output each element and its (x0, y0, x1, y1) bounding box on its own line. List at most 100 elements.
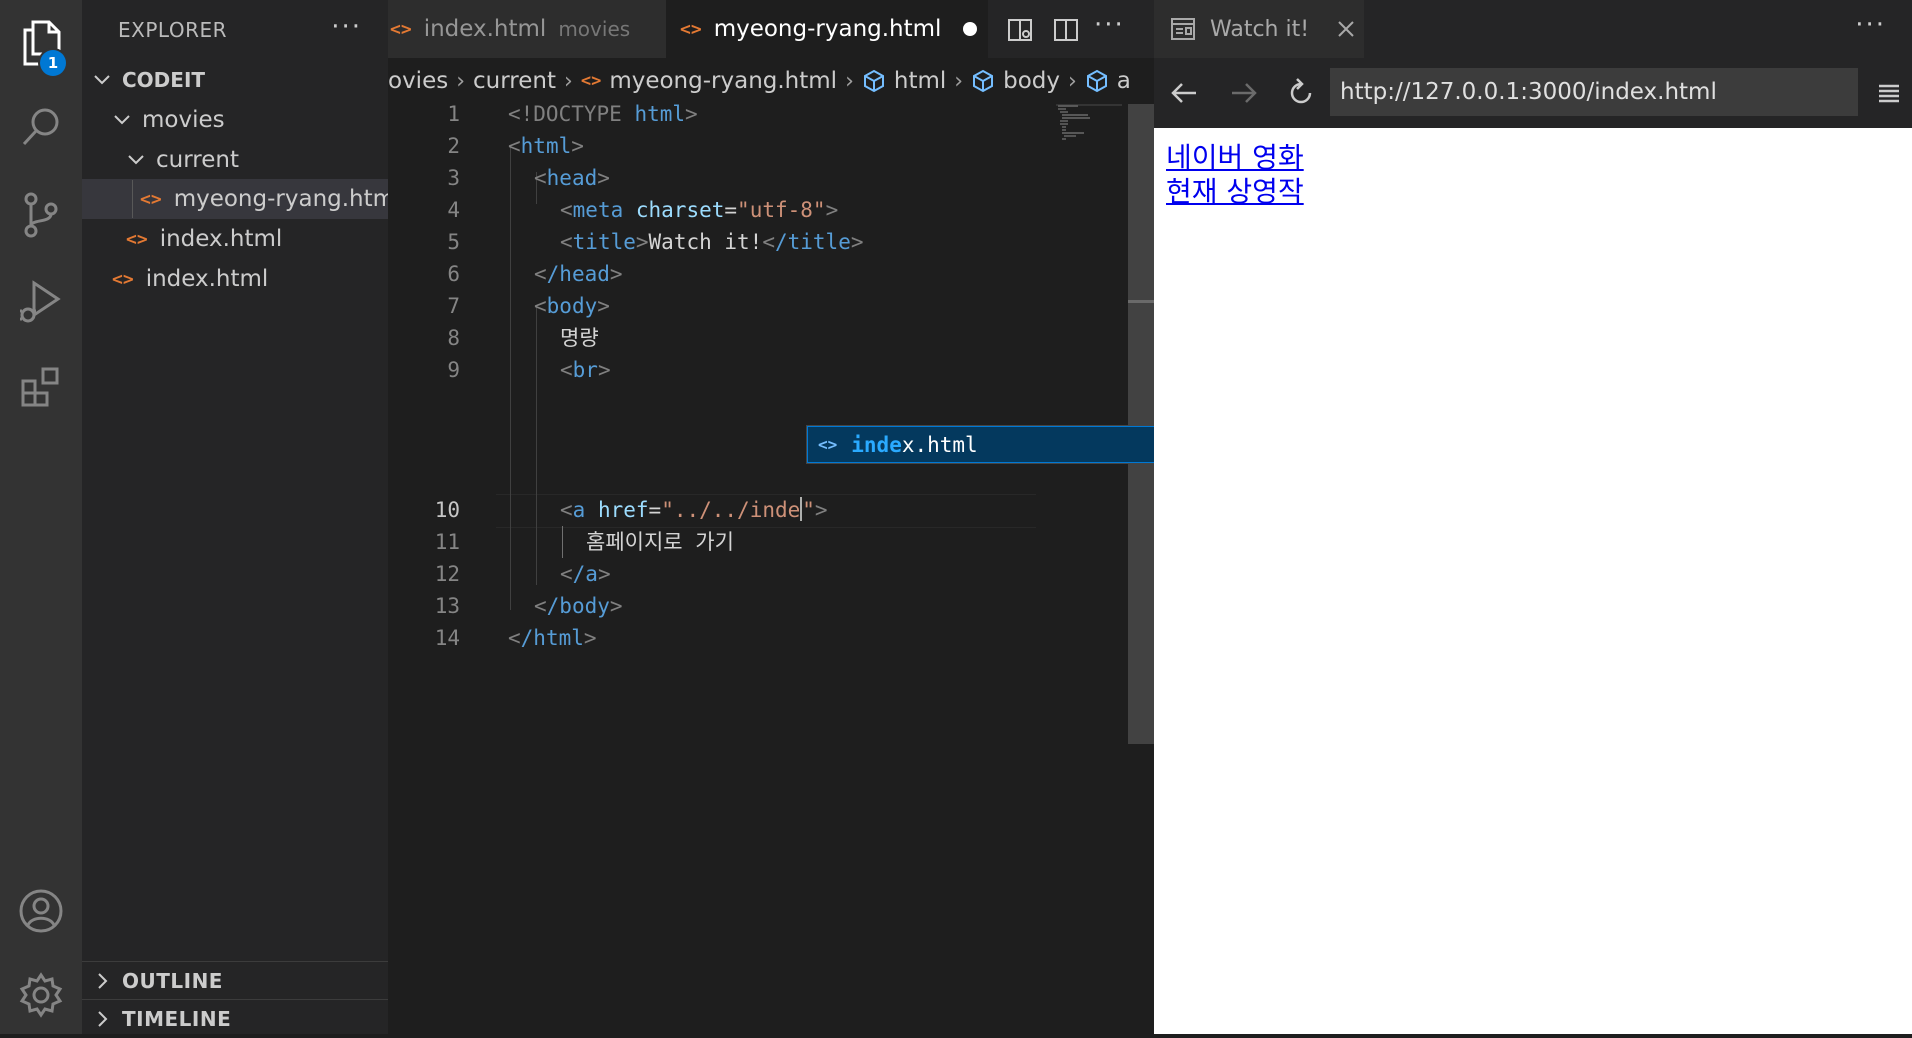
line-number: 8 (447, 326, 460, 350)
code-line: </head> (534, 262, 623, 286)
breadcrumb-item[interactable]: a (1117, 68, 1131, 94)
breadcrumb-item[interactable]: ovies (388, 68, 448, 94)
line-number: 9 (447, 358, 460, 382)
tree-file-label: index.html (145, 266, 269, 292)
tree-file-label: myeong-ryang.html (173, 186, 402, 212)
html-file-icon: <> (112, 268, 134, 290)
code-line: 홈페이지로 가기 (586, 530, 734, 554)
browser-more-button[interactable]: ··· (1855, 10, 1886, 40)
indent-guide (510, 146, 511, 610)
code-line: <body> (534, 294, 610, 318)
back-arrow-icon[interactable] (1168, 76, 1202, 110)
line-number: 3 (447, 166, 460, 190)
run-debug-icon[interactable] (0, 266, 82, 336)
code-editor[interactable]: 1 2 3 4 5 6 7 8 9 10 11 12 13 14 <!DOCTY… (388, 100, 1128, 1000)
split-editor-icon[interactable] (1052, 16, 1080, 44)
close-icon[interactable] (1337, 20, 1355, 38)
editor-group: <> index.html movies <> myeong-ryang.htm… (388, 0, 1154, 1034)
html-file-icon: <> (126, 228, 148, 250)
open-preview-icon[interactable] (1006, 16, 1034, 44)
chevron-down-icon (128, 155, 144, 165)
breadcrumb-item[interactable]: body (1003, 68, 1060, 94)
settings-gear-icon[interactable] (0, 960, 82, 1030)
line-number: 5 (447, 230, 460, 254)
html-file-icon: <> (390, 18, 412, 40)
line-number: 1 (447, 102, 460, 126)
editor-tab-bar: <> index.html movies <> myeong-ryang.htm… (388, 0, 1154, 58)
browser-page-content: 네이버 영화 현재 상영작 (1154, 128, 1912, 1034)
timeline-label: TIMELINE (122, 1007, 232, 1031)
explorer-badge: 1 (40, 50, 66, 76)
chevron-right-icon (98, 973, 108, 989)
line-number: 2 (447, 134, 460, 158)
file-reference-icon: <> (818, 435, 838, 454)
tree-folder-label: current (156, 147, 239, 173)
code-line: </html> (508, 626, 597, 650)
extensions-icon[interactable] (0, 352, 82, 422)
simple-browser-pane: Watch it! ··· http://127.0.0.1:3000/inde… (1154, 0, 1912, 1034)
suggestion-match: inde (851, 432, 902, 457)
vertical-scrollbar[interactable] (1128, 104, 1154, 744)
chevron-down-icon (114, 115, 130, 125)
tree-folder-label: movies (142, 107, 225, 133)
symbol-element-icon (973, 69, 994, 93)
explorer-icon[interactable]: 1 (0, 8, 82, 78)
forward-arrow-icon[interactable] (1226, 76, 1260, 110)
tree-file-root-index[interactable]: <> index.html (82, 259, 418, 299)
tab-label: myeong-ryang.html (713, 16, 942, 42)
breadcrumb-separator: › (954, 68, 964, 94)
search-icon[interactable] (0, 92, 82, 162)
suggestion-rest: x.html (901, 432, 978, 457)
code-line: <title>Watch it!</title> (560, 230, 864, 254)
html-file-icon: <> (680, 18, 702, 40)
link-now-showing[interactable]: 현재 상영작 (1166, 170, 1304, 210)
code-line: <br> (560, 358, 611, 382)
editor-more-button[interactable]: ··· (1094, 10, 1123, 40)
code-line: </a> (560, 562, 611, 586)
tree-file-movies-index[interactable]: <> index.html (82, 219, 432, 259)
code-line: <head> (534, 166, 610, 190)
tree-root-codeit[interactable]: CODEIT (82, 60, 398, 100)
breadcrumb-separator: › (456, 68, 466, 94)
source-control-icon[interactable] (0, 180, 82, 250)
url-input[interactable]: http://127.0.0.1:3000/index.html (1330, 68, 1858, 116)
tree-file-label: index.html (159, 226, 283, 252)
outline-section[interactable]: OUTLINE (82, 961, 398, 1000)
breadcrumb: ovies › current › <> myeong-ryang.html ›… (388, 58, 1154, 104)
tab-index-html[interactable]: <> index.html movies (388, 0, 668, 58)
line-number: 14 (434, 626, 460, 650)
menu-icon[interactable] (1872, 76, 1906, 110)
line-number: 11 (434, 530, 460, 554)
browser-tab-bar: Watch it! ··· (1154, 0, 1912, 58)
code-line-active: <a href="../../inde"> (560, 497, 828, 522)
reload-icon[interactable] (1284, 76, 1318, 110)
line-number: 6 (447, 262, 460, 286)
breadcrumb-item[interactable]: html (894, 68, 946, 94)
explorer-more-button[interactable]: ··· (331, 12, 362, 42)
indent-guide (536, 305, 537, 585)
line-number: 12 (434, 562, 460, 586)
outline-label: OUTLINE (122, 969, 223, 993)
breadcrumb-item[interactable]: myeong-ryang.html (609, 68, 837, 94)
line-number: 7 (447, 294, 460, 318)
breadcrumb-separator: › (1067, 68, 1077, 94)
minimap[interactable] (1054, 104, 1124, 144)
line-number-active: 10 (434, 498, 460, 522)
code-line: <meta charset="utf-8"> (560, 198, 839, 222)
timeline-section[interactable]: TIMELINE (82, 999, 398, 1038)
unsaved-dot-icon[interactable] (963, 22, 978, 36)
activity-bar: 1 (0, 0, 82, 1034)
tab-label: index.html (423, 16, 547, 42)
breadcrumb-separator: › (564, 68, 573, 94)
browser-tab-label: Watch it! (1210, 16, 1310, 42)
tab-description: movies (558, 17, 631, 41)
browser-toolbar: http://127.0.0.1:3000/index.html (1154, 58, 1912, 129)
account-icon[interactable] (0, 876, 82, 946)
breadcrumb-item[interactable]: current (473, 68, 556, 94)
line-number: 13 (434, 594, 460, 618)
tab-watch-it[interactable]: Watch it! (1154, 0, 1364, 58)
tab-myeong-ryang-html[interactable]: <> myeong-ryang.html (666, 0, 988, 58)
tree-folder-current[interactable]: current (82, 140, 432, 180)
scrollbar-cursor-marker (1128, 300, 1154, 303)
tree-folder-movies[interactable]: movies (82, 100, 418, 140)
